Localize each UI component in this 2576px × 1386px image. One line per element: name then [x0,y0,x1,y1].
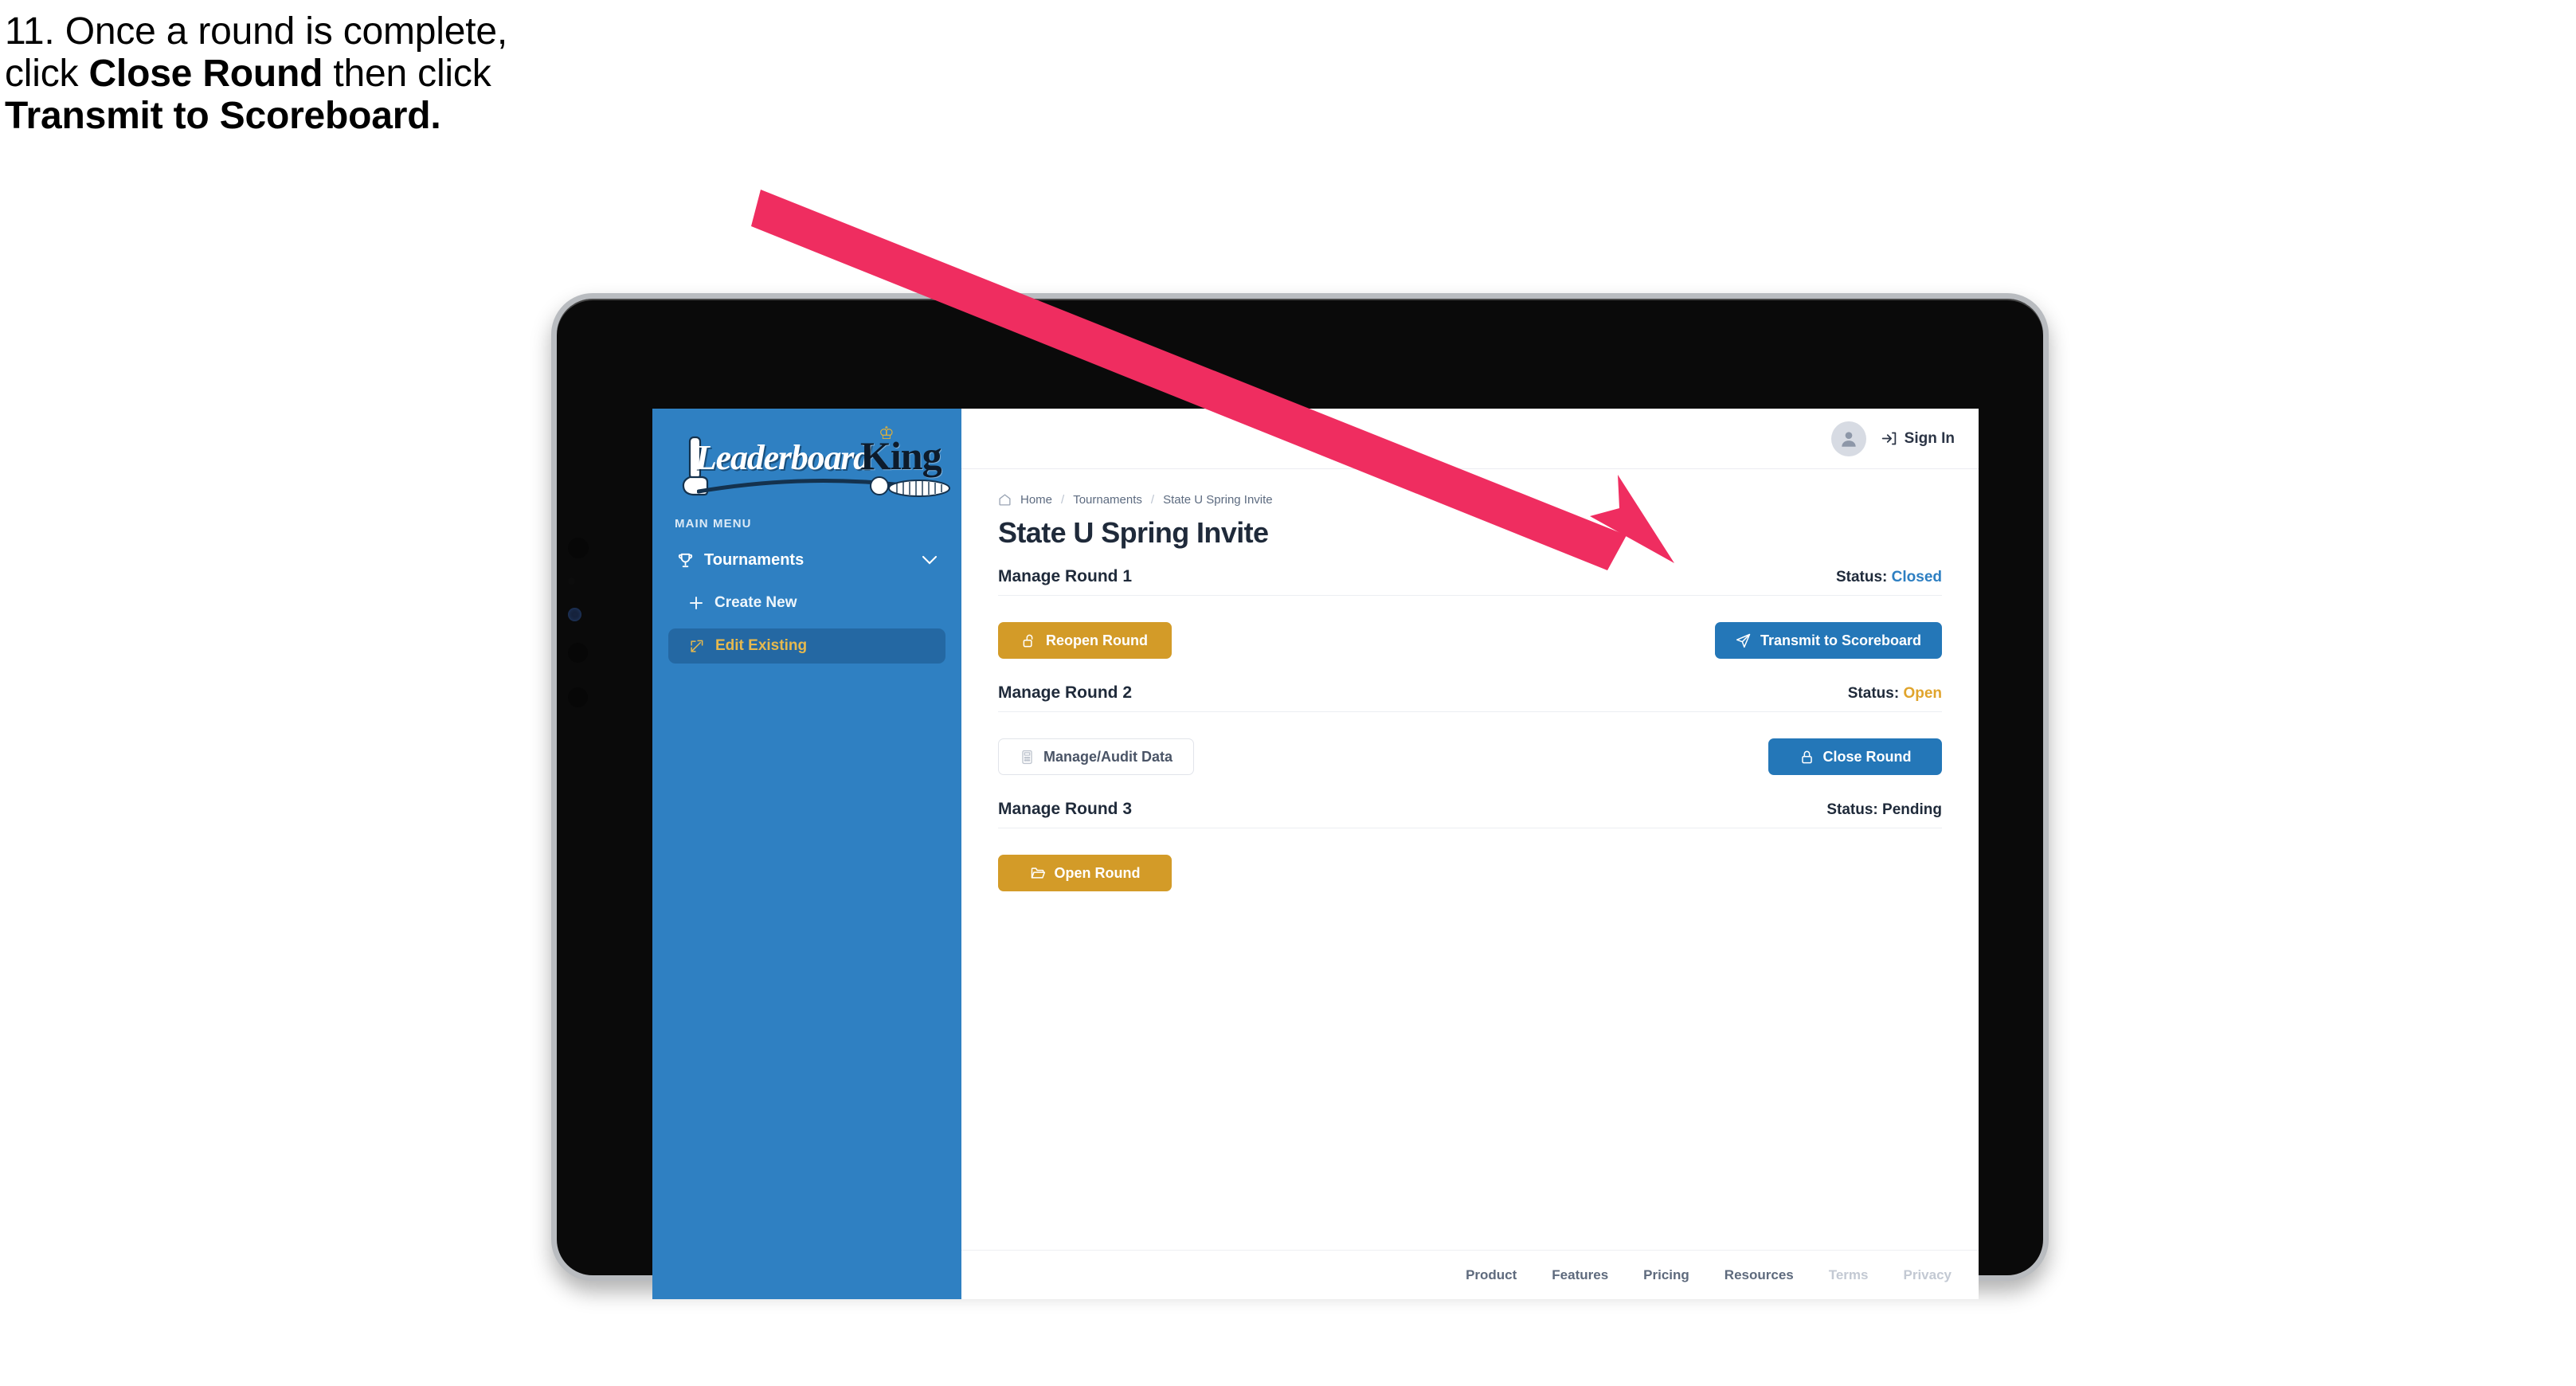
caption-line-2-bold: Close Round [88,52,323,95]
unlock-icon [1022,633,1037,648]
round-block-1: Manage Round 1 Status: Closed Reopen Rou… [998,567,1942,672]
main-content: Sign In Home / Tournaments / State U Spr… [961,409,1979,1299]
round-header: Manage Round 3 Status: Pending [998,800,1942,828]
golf-ball-icon [870,476,950,497]
login-arrow-icon [1881,430,1897,447]
round-title: Manage Round 2 [998,683,1133,702]
plus-icon [689,596,703,610]
round-title: Manage Round 3 [998,800,1133,818]
caption-line-2: click Close Round then click [5,52,849,95]
page-body: Home / Tournaments / State U Spring Invi… [961,469,1979,1250]
caption-line-3-bold: Transmit to Scoreboard. [5,94,441,137]
status-badge: Status: Closed [1836,569,1942,586]
bezel-microphone-icon [568,578,575,585]
sidebar-section-label: MAIN MENU [675,517,752,531]
footer-link-resources[interactable]: Resources [1725,1267,1794,1283]
status-value: Open [1903,685,1942,702]
screenshot-root: 11. Once a round is complete, click Clos… [0,0,2576,1386]
breadcrumb-separator: / [1061,493,1065,507]
app-logo[interactable]: Leaderboard ♔ King [652,409,961,499]
breadcrumb-tournaments[interactable]: Tournaments [1073,493,1142,507]
transmit-to-scoreboard-button[interactable]: Transmit to Scoreboard [1714,622,1942,659]
grid-table-icon [1020,750,1035,765]
sidebar-item-edit-existing[interactable]: Edit Existing [668,628,945,664]
status-label: Status: [1826,801,1878,818]
reopen-round-label: Reopen Round [1046,632,1148,648]
caption-line-2-post: then click [323,52,491,95]
footer-link-pricing[interactable]: Pricing [1643,1267,1689,1283]
round-actions: Reopen Round Transmit to Scoreboard [998,596,1942,672]
status-label: Status: [1847,685,1900,702]
round-actions: Open Round [998,828,1942,905]
breadcrumb-current: State U Spring Invite [1163,493,1273,507]
close-round-button[interactable]: Close Round [1768,738,1942,775]
transmit-to-scoreboard-label: Transmit to Scoreboard [1760,632,1921,648]
sidebar-item-edit-existing-label: Edit Existing [715,637,808,654]
tablet-device-frame: Leaderboard ♔ King MAIN MENU Tournaments… [551,293,2049,1299]
caption-line-3: Transmit to Scoreboard. [5,94,849,137]
trophy-icon [676,551,695,570]
sidebar-item-tournaments[interactable]: Tournaments [668,543,945,578]
status-badge: Status: Pending [1826,801,1942,819]
footer: Product Features Pricing Resources Terms… [961,1250,1979,1299]
footer-link-features[interactable]: Features [1552,1267,1608,1283]
page-title: State U Spring Invite [998,516,1269,549]
round-header: Manage Round 2 Status: Open [998,683,1942,712]
breadcrumb-home[interactable]: Home [1020,493,1052,507]
status-value: Closed [1891,569,1942,585]
caption-line-2-pre: click [5,52,89,95]
caption-line-1: 11. Once a round is complete, [5,10,849,53]
bezel-sensor-icon [568,538,589,558]
close-round-label: Close Round [1822,748,1912,765]
bezel-sensor-icon [568,643,588,663]
sidebar-item-create-new[interactable]: Create New [668,585,945,621]
pencil-square-icon [689,639,704,654]
sidebar: Leaderboard ♔ King MAIN MENU Tournaments… [652,409,1546,1299]
top-bar: Sign In [961,409,1979,469]
sidebar-item-create-new-label: Create New [714,594,797,611]
breadcrumb: Home / Tournaments / State U Spring Invi… [998,493,1942,507]
sign-in-label: Sign In [1904,429,1955,447]
instruction-caption: 11. Once a round is complete, click Clos… [5,10,849,139]
manage-audit-data-button[interactable]: Manage/Audit Data [998,738,1195,775]
round-block-2: Manage Round 2 Status: Open Manage/Audit… [998,683,1942,789]
reopen-round-button[interactable]: Reopen Round [998,622,1172,659]
caption-line-1-text: 11. Once a round is complete, [5,10,507,53]
chevron-down-icon[interactable] [922,553,938,569]
footer-link-terms[interactable]: Terms [1829,1267,1869,1283]
footer-link-product[interactable]: Product [1466,1267,1517,1283]
browser-viewport: Leaderboard ♔ King MAIN MENU Tournaments… [652,409,1979,1299]
manage-audit-data-label: Manage/Audit Data [1043,748,1173,765]
status-badge: Status: Open [1848,685,1942,703]
footer-link-privacy[interactable]: Privacy [1904,1267,1952,1283]
folder-open-icon [1030,865,1046,881]
bezel-sensor-icon [568,687,588,707]
bezel-camera-icon [568,608,581,621]
sign-in-button[interactable]: Sign In [1881,430,1955,448]
status-label: Status: [1835,569,1888,585]
logo-wordmark: Leaderboard [695,438,871,477]
paper-plane-icon [1736,632,1752,648]
home-icon[interactable] [998,493,1012,507]
sidebar-item-tournaments-label: Tournaments [704,551,805,569]
user-avatar-icon [1842,431,1856,447]
round-actions: Manage/Audit Data Close Round [998,712,1942,789]
round-title: Manage Round 1 [998,567,1133,585]
open-round-label: Open Round [1054,864,1141,881]
breadcrumb-separator: / [1150,493,1155,507]
lock-icon [1799,750,1815,765]
open-round-button[interactable]: Open Round [998,855,1172,891]
round-block-3: Manage Round 3 Status: Pending Open Roun… [998,800,1942,905]
round-header: Manage Round 1 Status: Closed [998,567,1942,596]
logo-king-mark: King [860,433,942,478]
status-value: Pending [1882,801,1942,818]
avatar[interactable] [1830,421,1866,456]
